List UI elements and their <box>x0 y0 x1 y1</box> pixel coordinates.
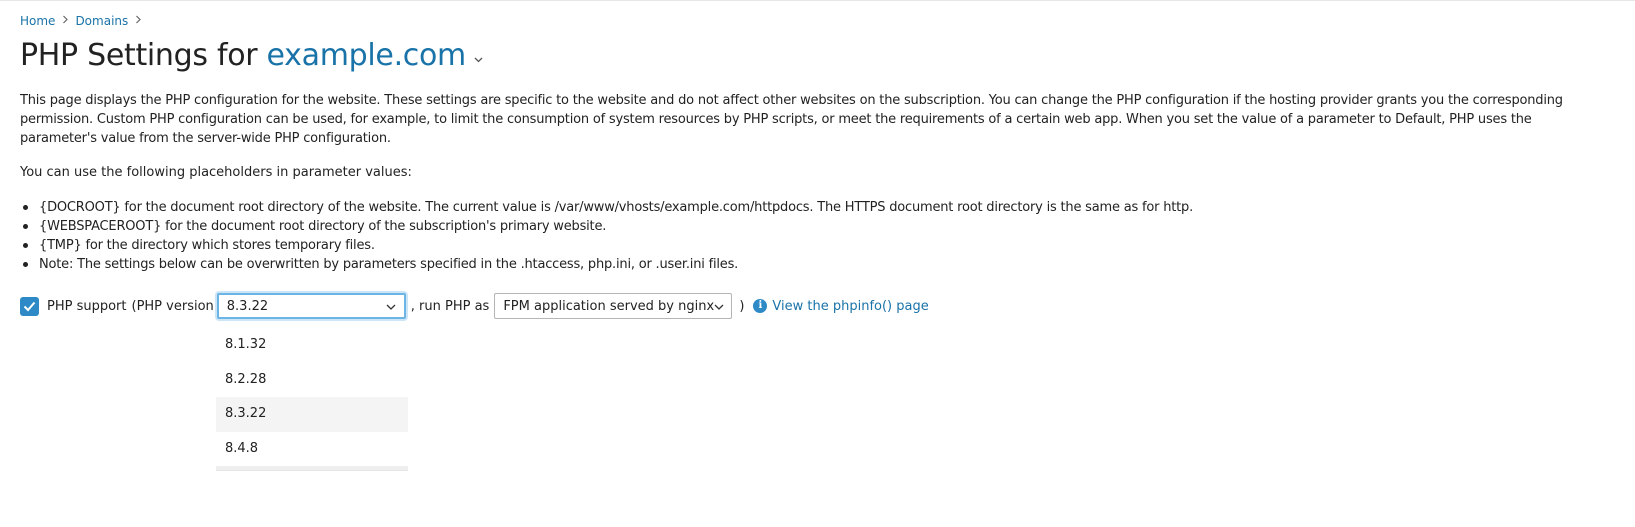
close-paren: ) <box>739 298 745 314</box>
breadcrumb-home-link[interactable]: Home <box>20 14 55 28</box>
php-support-row: PHP support (PHP version 8.3.22 , run PH… <box>20 291 929 321</box>
page-title: PHP Settings for example.com <box>20 36 483 77</box>
info-icon: i <box>753 299 768 313</box>
php-version-value: 8.3.22 <box>226 298 269 314</box>
php-version-dropdown: 8.1.32 8.2.28 8.3.22 8.4.8 <box>216 328 408 470</box>
page-title-prefix: PHP Settings for <box>20 38 267 73</box>
list-item: {TMP} for the directory which stores tem… <box>20 236 1193 255</box>
php-version-label: (PHP version <box>131 298 214 314</box>
intro-text: This page displays the PHP configuration… <box>20 93 1563 146</box>
dropdown-option[interactable]: 8.3.22 <box>216 397 408 432</box>
php-version-select[interactable]: 8.3.22 <box>216 293 406 319</box>
checkmark-icon <box>23 301 36 311</box>
php-handler-select[interactable]: FPM application served by nginx <box>494 293 733 319</box>
chevron-right-icon <box>128 13 148 28</box>
dropdown-option[interactable]: 8.1.32 <box>216 328 408 363</box>
domain-switcher[interactable]: example.com <box>267 38 467 73</box>
list-item: {WEBSPACEROOT} for the document root dir… <box>20 217 1193 236</box>
phpinfo-link[interactable]: View the phpinfo() page <box>772 299 928 314</box>
list-item: Note: The settings below can be overwrit… <box>20 255 1193 274</box>
breadcrumb: Home Domains <box>20 13 148 28</box>
placeholders-intro: You can use the following placeholders i… <box>20 165 412 180</box>
breadcrumb-domains-link[interactable]: Domains <box>75 14 128 28</box>
top-divider <box>0 0 1635 1</box>
chevron-down-icon[interactable] <box>474 34 483 74</box>
list-item: {DOCROOT} for the document root director… <box>20 198 1193 217</box>
chevron-right-icon <box>55 13 75 28</box>
run-php-as-label: , run PHP as <box>410 298 490 314</box>
dropdown-option[interactable]: 8.2.28 <box>216 363 408 398</box>
php-support-checkbox[interactable] <box>20 296 39 316</box>
php-handler-value: FPM application served by nginx <box>503 298 715 314</box>
chevron-down-icon <box>714 299 724 314</box>
dropdown-option[interactable]: 8.4.8 <box>216 432 408 467</box>
php-support-label: PHP support <box>47 298 127 314</box>
chevron-down-icon <box>386 299 396 314</box>
placeholder-list: {DOCROOT} for the document root director… <box>20 198 1193 274</box>
